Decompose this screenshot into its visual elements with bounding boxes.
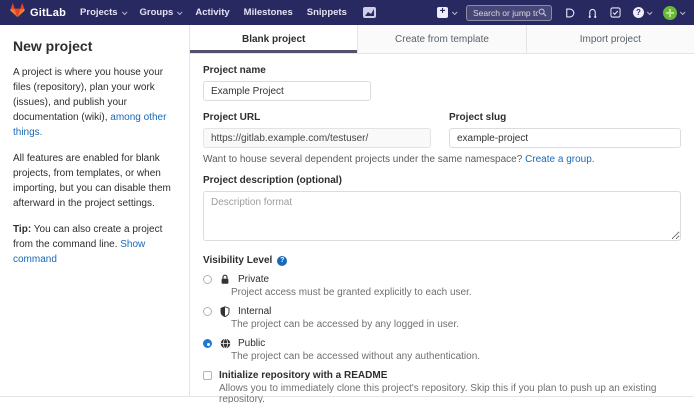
question-circle-icon[interactable]: ? [277,256,287,266]
issues-icon[interactable] [564,7,575,19]
project-name-label: Project name [203,65,681,76]
project-type-tabs: Blank project Create from template Impor… [190,25,694,54]
internal-radio[interactable] [203,307,212,316]
help-menu[interactable]: ? [633,7,651,18]
chevron-down-icon [121,9,127,15]
brand-name: GitLab [30,7,66,19]
project-name-input[interactable] [203,81,371,101]
create-a-group-link[interactable]: Create a group. [525,154,595,165]
chevron-down-icon [647,9,653,15]
public-option-label[interactable]: Public [238,338,265,349]
project-url-input[interactable] [203,128,431,148]
private-option-desc: Project access must be granted explicitl… [231,287,681,298]
new-project-form: Project name Project URL Project slug Wa… [190,54,694,403]
globe-icon [219,338,231,349]
nav-item-activity[interactable]: Activity [195,7,229,18]
plus-square-icon: + [437,7,448,18]
search-input[interactable] [473,8,538,18]
new-project-panel: Blank project Create from template Impor… [189,25,694,396]
magnifier-icon [538,4,547,22]
project-slug-input[interactable] [449,128,681,148]
private-radio[interactable] [203,275,212,284]
chevron-down-icon [177,9,183,15]
lock-icon [219,274,231,285]
page-title: New project [13,38,175,54]
chevron-down-icon [680,9,686,15]
visibility-level-label: Visibility Level [203,255,272,266]
new-dropdown[interactable]: + [437,7,456,18]
nav-item-milestones[interactable]: Milestones [244,7,293,18]
namespace-hint: Want to house several dependent projects… [203,154,681,165]
question-circle-icon: ? [633,7,644,18]
nav-icon-group: ? [564,6,684,20]
sidebar-paragraph-1: A project is where you house your files … [13,65,175,140]
chart-icon[interactable] [363,7,376,18]
tab-blank-project[interactable]: Blank project [190,25,357,53]
public-option-desc: The project can be accessed without any … [231,351,681,362]
chevron-down-icon [452,9,458,15]
project-description-label: Project description (optional) [203,175,681,186]
description-sidebar: New project A project is where you house… [0,25,189,396]
nav-menu: Projects Groups Activity Milestones Snip… [80,7,376,18]
tab-create-from-template[interactable]: Create from template [357,25,525,53]
readme-desc: Allows you to immediately clone this pro… [219,383,681,403]
gitlab-tanuki-icon [10,3,25,23]
sidebar-paragraph-2: All features are enabled for blank proje… [13,151,175,211]
public-radio[interactable] [203,339,212,348]
private-option-label[interactable]: Private [238,274,269,285]
readme-section: Initialize repository with a README Allo… [203,370,681,403]
readme-label[interactable]: Initialize repository with a README [219,370,387,381]
top-navbar: GitLab Projects Groups Activity Mileston… [0,0,694,25]
visibility-option-public: Public The project can be accessed witho… [203,338,681,362]
gitlab-brand[interactable]: GitLab [10,3,66,23]
tab-import-project[interactable]: Import project [526,25,694,53]
project-url-label: Project URL [203,112,431,123]
merge-request-icon[interactable] [587,7,598,19]
readme-checkbox[interactable] [203,371,212,380]
visibility-option-private: Private Project access must be granted e… [203,274,681,298]
nav-item-snippets[interactable]: Snippets [307,7,347,18]
shield-icon [219,306,231,317]
user-menu[interactable] [663,6,684,20]
project-description-textarea[interactable] [203,191,681,241]
nav-item-projects[interactable]: Projects [80,7,126,18]
nav-item-groups[interactable]: Groups [140,7,182,18]
avatar [663,6,677,20]
internal-option-label[interactable]: Internal [238,306,271,317]
project-slug-label: Project slug [449,112,681,123]
internal-option-desc: The project can be accessed by any logge… [231,319,681,330]
global-search[interactable] [466,5,552,21]
page-content: New project A project is where you house… [0,25,694,397]
sidebar-tip: Tip: You can also create a project from … [13,222,175,267]
visibility-option-internal: Internal The project can be accessed by … [203,306,681,330]
todo-check-icon[interactable] [610,7,621,18]
